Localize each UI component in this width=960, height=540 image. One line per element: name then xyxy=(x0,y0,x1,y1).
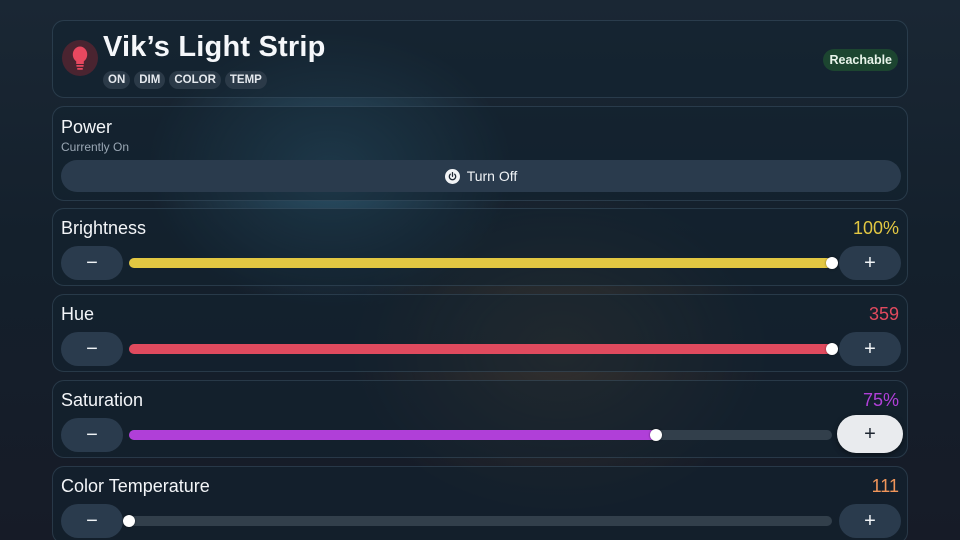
brightness-value: 100% xyxy=(852,218,899,238)
saturation-card: Saturation 75% − + xyxy=(52,380,908,458)
brightness-decrease-button[interactable]: − xyxy=(61,246,123,280)
capability-tag-temp: TEMP xyxy=(224,71,267,89)
temperature-value: 111 xyxy=(871,476,899,496)
temperature-slider-thumb[interactable] xyxy=(123,515,135,527)
brightness-label: Brightness xyxy=(61,218,147,238)
hue-card: Hue 359 − + xyxy=(52,294,908,372)
temperature-decrease-button[interactable]: − xyxy=(61,504,123,538)
temperature-slider[interactable] xyxy=(123,515,832,527)
saturation-increase-button[interactable]: + xyxy=(837,415,903,453)
hue-slider[interactable] xyxy=(129,343,838,355)
hue-increase-button[interactable]: + xyxy=(839,332,901,366)
capability-tag-color: COLOR xyxy=(169,71,221,89)
brightness-slider-fill xyxy=(129,258,832,268)
status-badge: Reachable xyxy=(823,49,898,71)
brightness-slider-thumb[interactable] xyxy=(826,257,838,269)
temperature-increase-button[interactable]: + xyxy=(839,504,901,538)
hue-label: Hue xyxy=(61,304,95,324)
brightness-card: Brightness 100% − + xyxy=(52,208,908,286)
device-header: Vik’s Light Strip ON DIM COLOR TEMP Reac… xyxy=(52,20,908,98)
brightness-slider[interactable] xyxy=(129,257,838,269)
hue-slider-fill xyxy=(129,344,832,354)
saturation-label: Saturation xyxy=(61,390,144,410)
hue-decrease-button[interactable]: − xyxy=(61,332,123,366)
hue-value: 359 xyxy=(868,304,899,324)
turn-off-label: Turn Off xyxy=(466,168,518,184)
device-title: Vik’s Light Strip xyxy=(103,31,326,63)
saturation-slider-fill xyxy=(129,430,657,440)
power-label: Power xyxy=(61,117,113,137)
temperature-card: Color Temperature 111 − + xyxy=(52,466,908,540)
saturation-decrease-button[interactable]: − xyxy=(61,418,123,452)
capability-tags: ON DIM COLOR TEMP xyxy=(103,71,267,89)
temperature-label: Color Temperature xyxy=(61,476,210,496)
turn-off-button[interactable]: Turn Off xyxy=(61,160,901,192)
brightness-increase-button[interactable]: + xyxy=(839,246,901,280)
hue-slider-thumb[interactable] xyxy=(826,343,838,355)
saturation-slider[interactable] xyxy=(129,429,832,441)
saturation-value: 75% xyxy=(862,390,899,410)
power-card: Power Currently On Turn Off xyxy=(52,106,908,201)
lightbulb-icon xyxy=(62,40,98,76)
power-state: Currently On xyxy=(61,140,130,154)
capability-tag-dim: DIM xyxy=(134,71,166,89)
power-icon xyxy=(444,168,460,184)
capability-tag-on: ON xyxy=(103,71,131,89)
saturation-slider-thumb[interactable] xyxy=(650,429,663,441)
